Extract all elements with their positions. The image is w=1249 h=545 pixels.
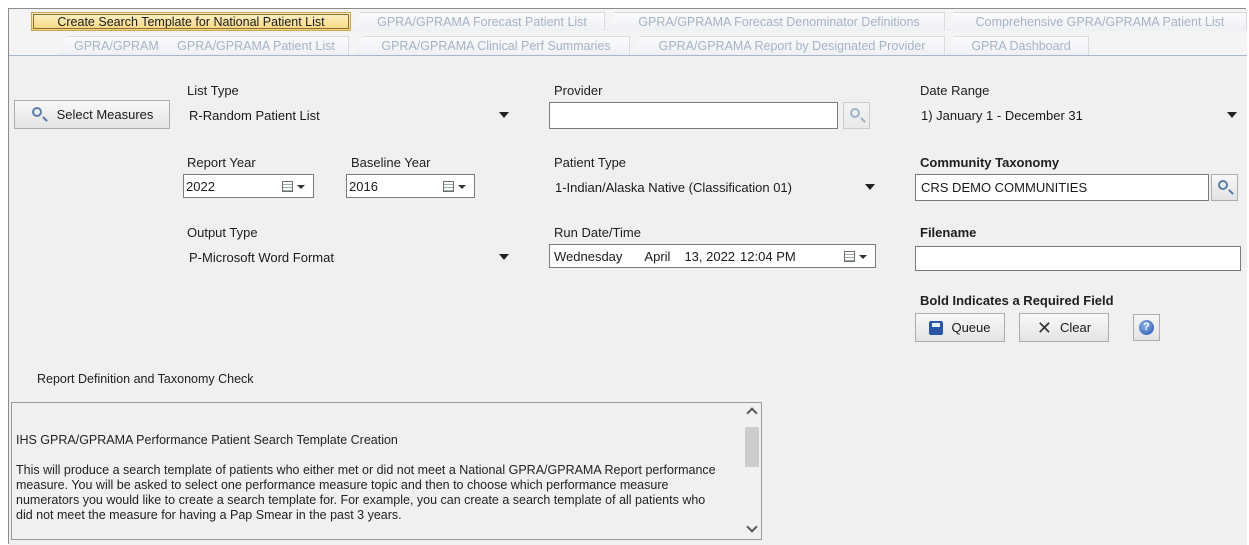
vertical-scrollbar[interactable] <box>743 403 761 539</box>
clear-button[interactable]: ✕ Clear <box>1019 313 1109 342</box>
help-icon: ? <box>1139 320 1154 335</box>
app-frame: Create Search Template for National Pati… <box>8 8 1247 545</box>
queue-button[interactable]: Queue <box>915 313 1005 342</box>
tab-gpra-dashboard[interactable]: GPRA Dashboard <box>947 36 1089 55</box>
calendar-icon <box>443 181 454 192</box>
run-datetime-picker[interactable]: Wednesday April 13, 2022 12:04 PM <box>549 244 876 268</box>
date-range-label: Date Range <box>920 83 990 98</box>
list-type-select[interactable]: R-Random Patient List <box>183 104 513 126</box>
chevron-down-icon <box>865 184 875 190</box>
scroll-up-icon[interactable] <box>746 407 758 419</box>
tab-forecast-patient-list[interactable]: GPRA/GPRAMA Forecast Patient List <box>353 12 605 31</box>
list-type-value: R-Random Patient List <box>189 107 320 123</box>
date-range-select[interactable]: 1) January 1 - December 31 <box>915 104 1241 126</box>
report-definition-label: Report Definition and Taxonomy Check <box>37 372 254 386</box>
filename-label: Filename <box>920 225 977 240</box>
clear-label: Clear <box>1060 320 1092 335</box>
community-taxonomy-input[interactable]: CRS DEMO COMMUNITIES <box>915 174 1209 201</box>
output-type-value: P-Microsoft Word Format <box>189 249 334 265</box>
baseline-year-label: Baseline Year <box>351 155 431 170</box>
chevron-down-icon <box>499 112 509 118</box>
tab-report-by-designated-provider[interactable]: GPRA/GPRAMA Report by Designated Provide… <box>633 36 945 55</box>
chevron-down-icon <box>1227 112 1237 118</box>
select-measures-button[interactable]: Select Measures <box>14 100 170 129</box>
provider-search-button[interactable] <box>843 102 870 129</box>
tab-comprehensive-patient-list[interactable]: Comprehensive GPRA/GPRAMA Patient List <box>947 12 1247 31</box>
run-month: April <box>644 248 671 264</box>
patient-type-select[interactable]: 1-Indian/Alaska Native (Classification 0… <box>549 176 879 198</box>
run-datetime-label: Run Date/Time <box>554 225 641 240</box>
tab-forecast-denominator-definitions[interactable]: GPRA/GPRAMA Forecast Denominator Definit… <box>607 12 945 31</box>
calendar-icon <box>844 251 855 262</box>
required-field-note: Bold Indicates a Required Field <box>920 293 1114 308</box>
report-definition-textarea[interactable]: IHS GPRA/GPRAMA Performance Patient Sear… <box>11 402 762 540</box>
calendar-icon <box>282 181 293 192</box>
provider-input[interactable] <box>549 102 838 129</box>
x-icon: ✕ <box>1036 317 1052 338</box>
tab-create-search-template[interactable]: Create Search Template for National Pati… <box>31 12 351 31</box>
magnifier-icon <box>850 108 860 118</box>
list-type-label: List Type <box>187 83 239 98</box>
patient-type-label: Patient Type <box>554 155 627 170</box>
tab-row-2: GPRA/GPRAMA GPRA/GPRAMA Patient List GPR… <box>9 33 1247 56</box>
output-type-label: Output Type <box>187 225 258 240</box>
report-year-picker[interactable]: 2022 <box>183 174 314 198</box>
report-body: This will produce a search template of p… <box>16 463 716 522</box>
help-button[interactable]: ? <box>1133 314 1160 341</box>
report-heading: IHS GPRA/GPRAMA Performance Patient Sear… <box>16 433 398 447</box>
run-day: Wednesday <box>554 248 623 264</box>
tab-gpra-patient-list[interactable]: GPRA/GPRAMA Patient List <box>157 36 349 55</box>
magnifier-icon <box>1218 180 1228 190</box>
community-taxonomy-search-button[interactable] <box>1211 174 1238 201</box>
floppy-disk-icon <box>929 320 944 335</box>
run-date: 13, 2022 <box>684 248 736 264</box>
scroll-thumb[interactable] <box>745 427 759 467</box>
baseline-year-picker[interactable]: 2016 <box>346 174 475 198</box>
output-type-select[interactable]: P-Microsoft Word Format <box>183 246 513 268</box>
report-year-label: Report Year <box>187 155 256 170</box>
patient-type-value: 1-Indian/Alaska Native (Classification 0… <box>555 179 792 195</box>
run-time: 12:04 PM <box>740 248 796 264</box>
magnifier-icon <box>31 106 49 124</box>
scroll-down-icon[interactable] <box>746 521 758 533</box>
queue-label: Queue <box>951 320 991 335</box>
filename-input[interactable] <box>915 246 1241 271</box>
select-measures-label: Select Measures <box>56 107 154 122</box>
baseline-year-value: 2016 <box>349 178 378 194</box>
chevron-down-icon <box>499 254 509 260</box>
tab-clinical-perf-summaries[interactable]: GPRA/GPRAMA Clinical Perf Summaries <box>356 36 630 55</box>
chevron-down-icon <box>859 255 867 259</box>
chevron-down-icon <box>297 185 305 189</box>
form-panel: Select Measures List Type R-Random Patie… <box>9 56 1247 545</box>
provider-label: Provider <box>554 83 603 98</box>
chevron-down-icon <box>458 185 466 189</box>
community-taxonomy-label: Community Taxonomy <box>920 155 1060 170</box>
tab-gpra-gprama[interactable]: GPRA/GPRAMA <box>61 36 165 55</box>
tab-row-1: Create Search Template for National Pati… <box>9 9 1247 33</box>
date-range-value: 1) January 1 - December 31 <box>921 107 1083 123</box>
report-year-value: 2022 <box>186 178 215 194</box>
